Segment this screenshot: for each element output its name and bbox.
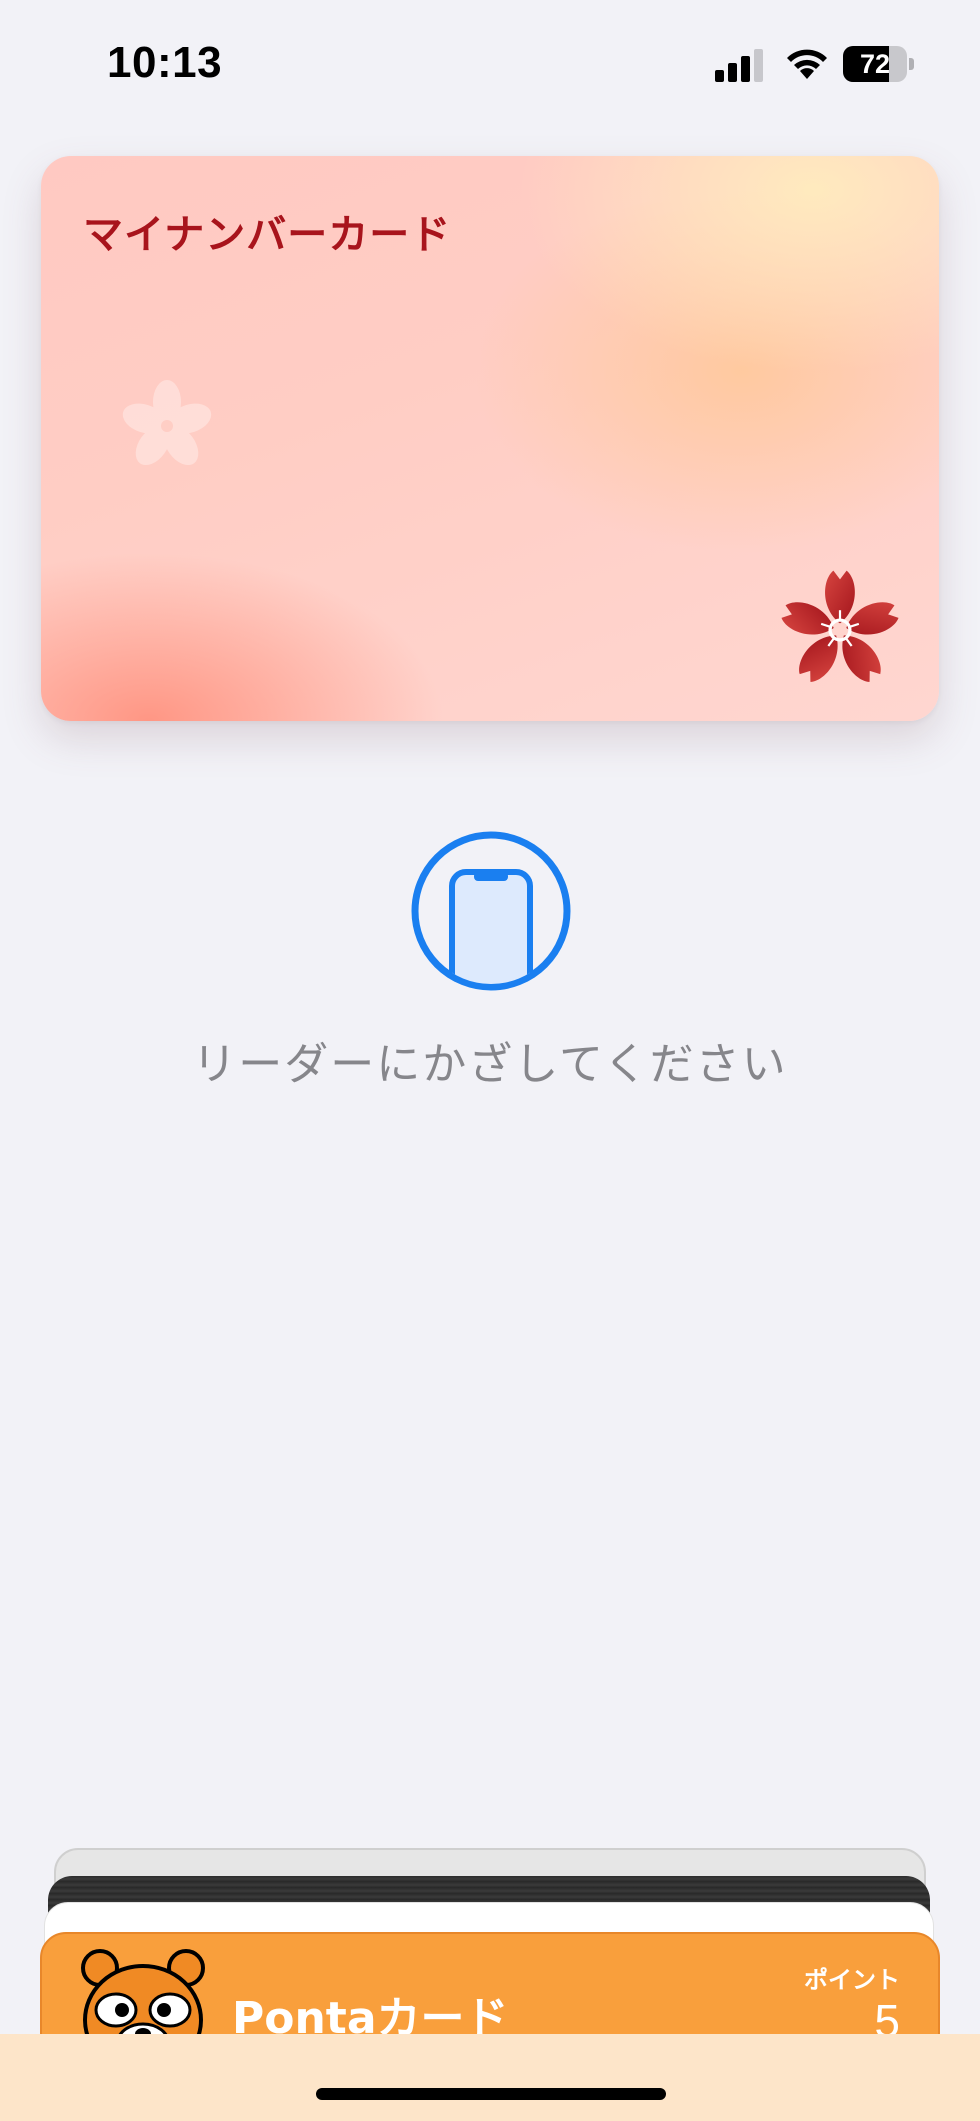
status-bar: 10:13 72 — [0, 0, 980, 130]
points-label: ポイント — [804, 1966, 900, 1994]
watermark-flower-icon — [122, 380, 212, 466]
status-time: 10:13 — [107, 38, 223, 87]
battery-cap — [909, 58, 914, 70]
home-indicator[interactable] — [316, 2088, 666, 2100]
sakura-icon — [781, 570, 899, 682]
mynumber-card[interactable]: マイナンバーカード — [41, 156, 939, 721]
bottom-fade — [0, 2034, 980, 2121]
card-title: マイナンバーカード — [83, 212, 452, 258]
nfc-phone-icon — [411, 831, 571, 991]
reader-prompt-text: リーダーにかざしてください — [192, 1039, 788, 1090]
cellular-signal-icon — [715, 49, 763, 82]
battery-icon: 72 — [843, 46, 915, 82]
wifi-icon — [787, 49, 827, 79]
battery-level: 72 — [859, 49, 891, 79]
